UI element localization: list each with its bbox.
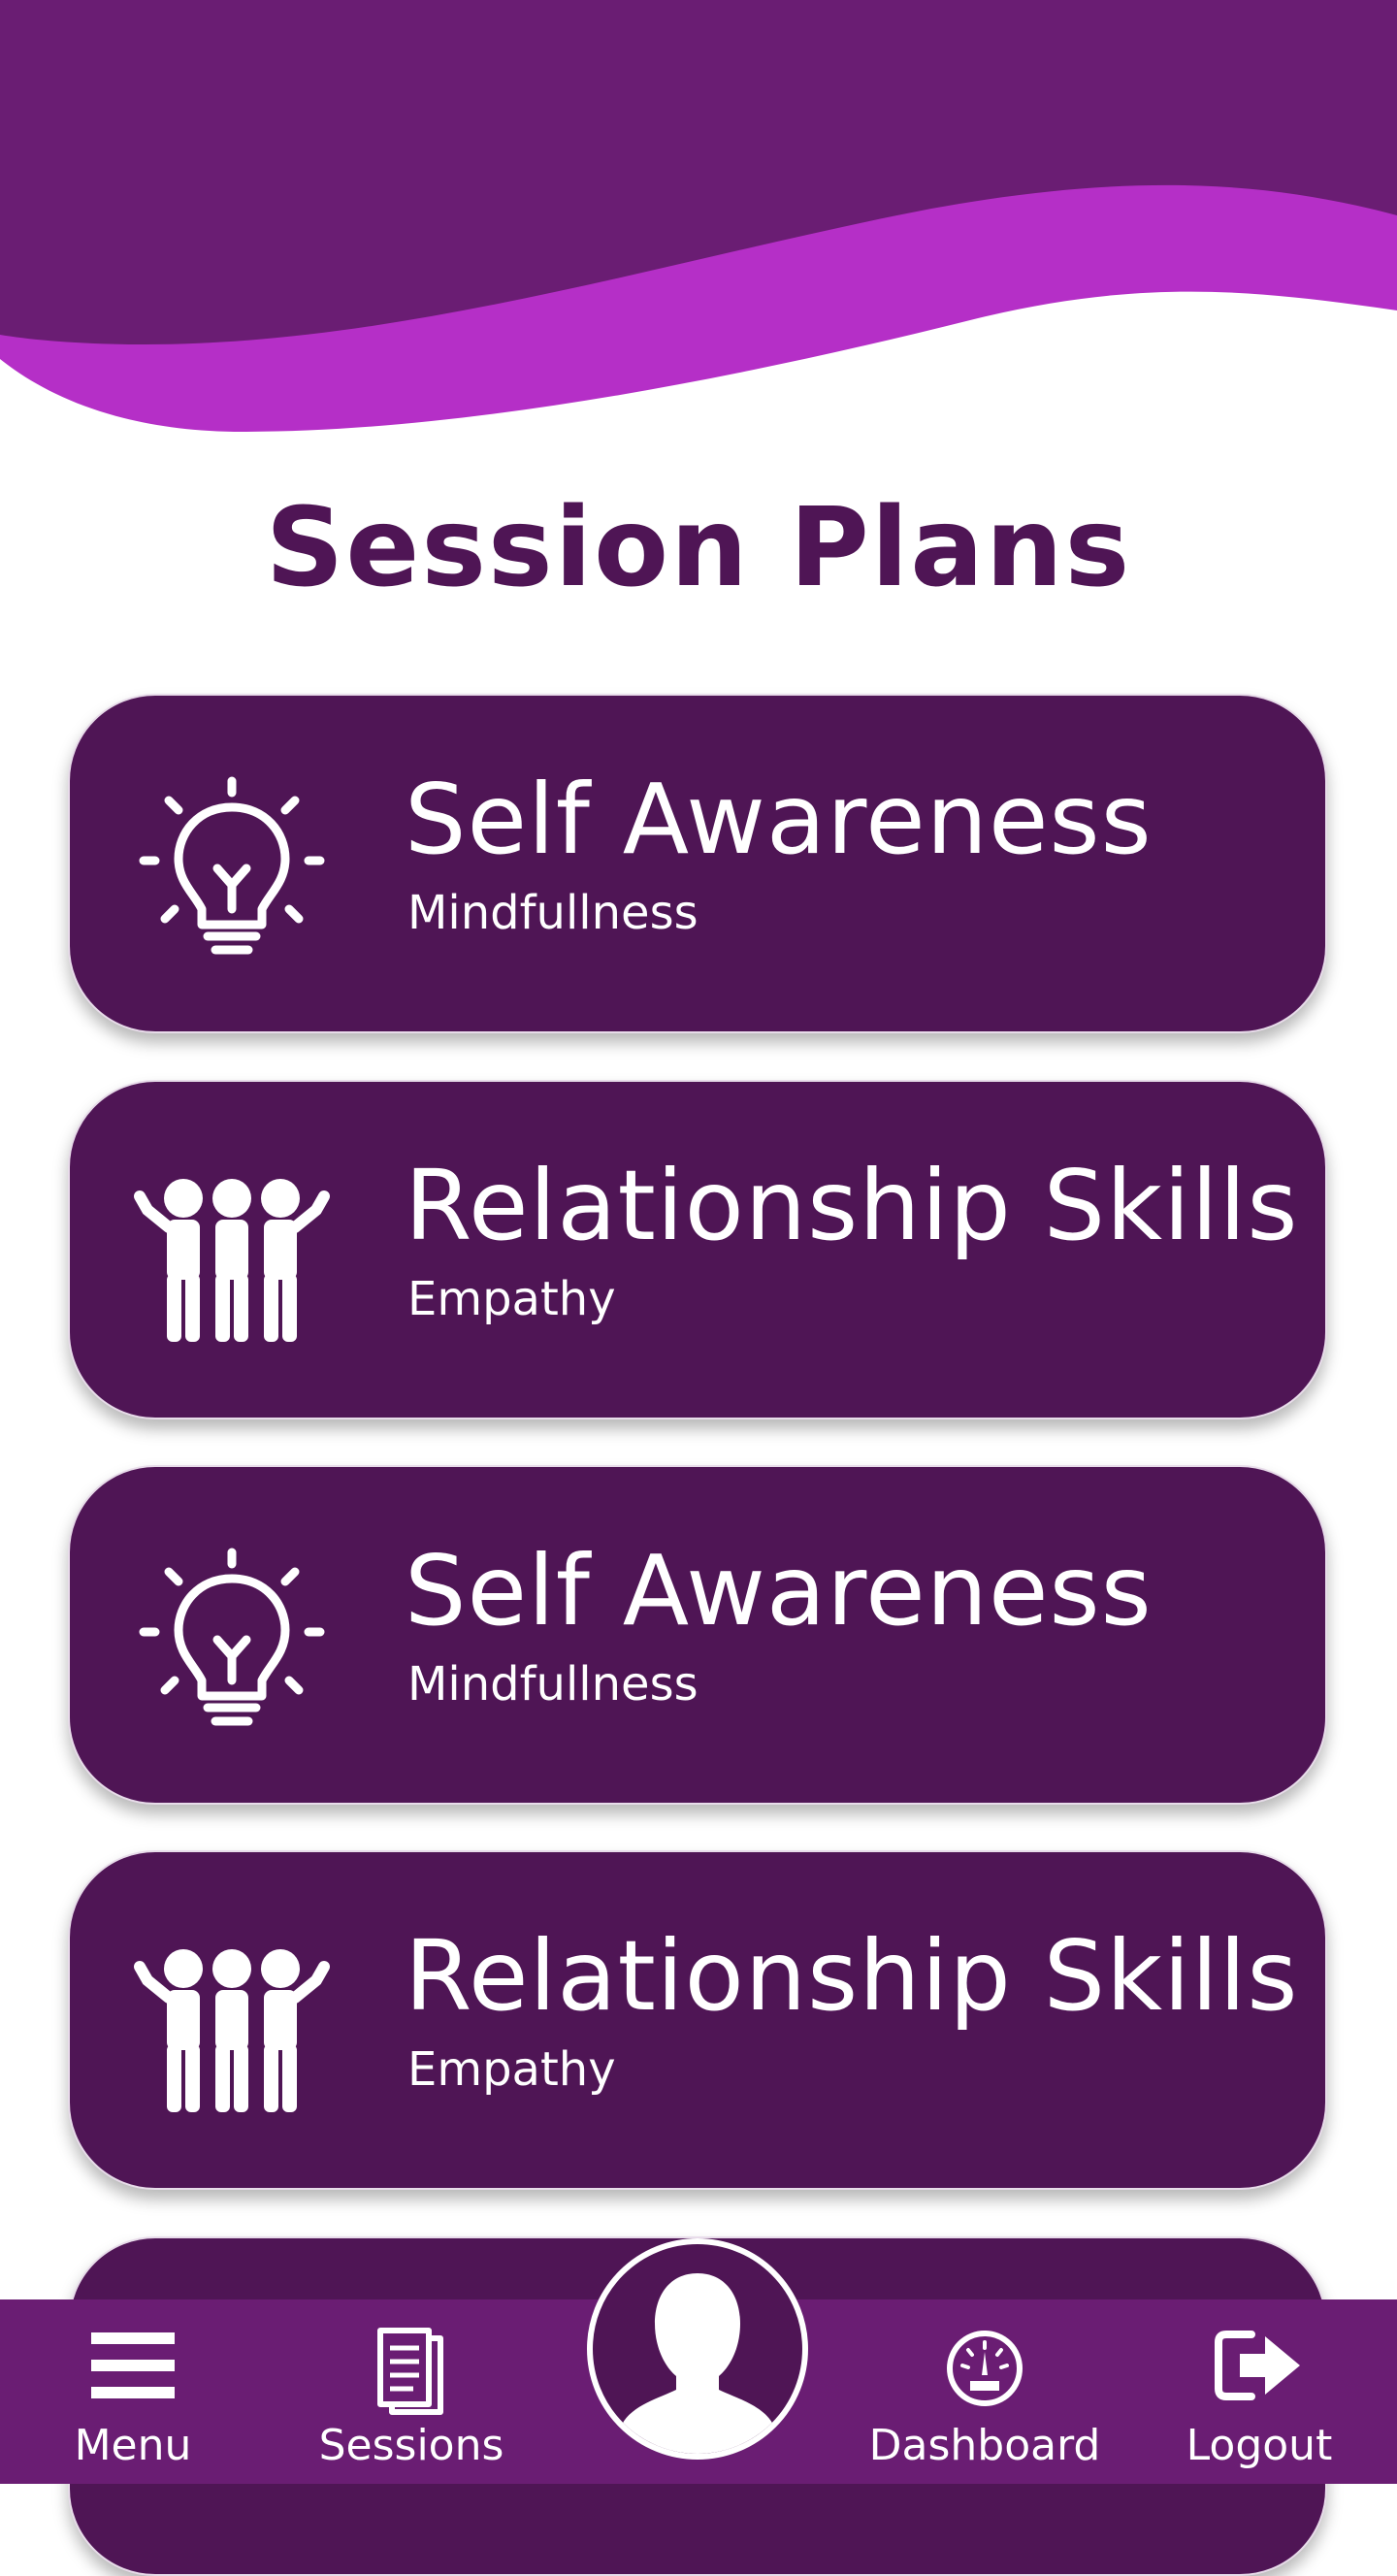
- people-group-icon: [134, 1949, 330, 2112]
- nav-logout-button[interactable]: Logout: [1174, 2299, 1345, 2484]
- nav-dashboard-button[interactable]: Dashboard: [854, 2299, 1116, 2484]
- session-card-relationship-skills[interactable]: Relationship Skills Empathy: [68, 1850, 1327, 2190]
- nav-sessions-button[interactable]: Sessions: [301, 2299, 522, 2484]
- hamburger-menu-icon: [91, 2332, 175, 2398]
- card-title: Self Awareness: [405, 1534, 1153, 1647]
- lightbulb-icon: [139, 1548, 325, 1726]
- nav-label: Sessions: [318, 2421, 504, 2470]
- lightbulb-icon: [139, 776, 325, 955]
- document-icon: [377, 2328, 443, 2415]
- gauge-icon: [947, 2331, 1023, 2406]
- nav-label: Dashboard: [868, 2421, 1101, 2470]
- card-subtitle: Empathy: [407, 1272, 616, 1326]
- nav-menu-button[interactable]: Menu: [47, 2299, 219, 2484]
- profile-avatar-button[interactable]: [587, 2238, 808, 2460]
- nav-label: Menu: [74, 2421, 192, 2470]
- people-group-icon: [134, 1179, 330, 1342]
- card-title: Relationship Skills: [405, 1919, 1299, 2033]
- session-card-self-awareness[interactable]: Self Awareness Mindfullness: [68, 694, 1327, 1033]
- session-card-relationship-skills[interactable]: Relationship Skills Empathy: [68, 1080, 1327, 1419]
- card-title: Self Awareness: [405, 763, 1153, 876]
- card-subtitle: Mindfullness: [407, 1657, 698, 1712]
- page-title: Session Plans: [265, 485, 1132, 611]
- card-subtitle: Empathy: [407, 2042, 616, 2097]
- logout-icon: [1215, 2331, 1300, 2400]
- nav-label: Logout: [1186, 2421, 1333, 2470]
- header-wave-banner: [0, 0, 1397, 456]
- session-card-self-awareness[interactable]: Self Awareness Mindfullness: [68, 1465, 1327, 1805]
- card-subtitle: Mindfullness: [407, 886, 698, 940]
- profile-avatar-icon: [622, 2273, 773, 2454]
- card-title: Relationship Skills: [405, 1149, 1299, 1262]
